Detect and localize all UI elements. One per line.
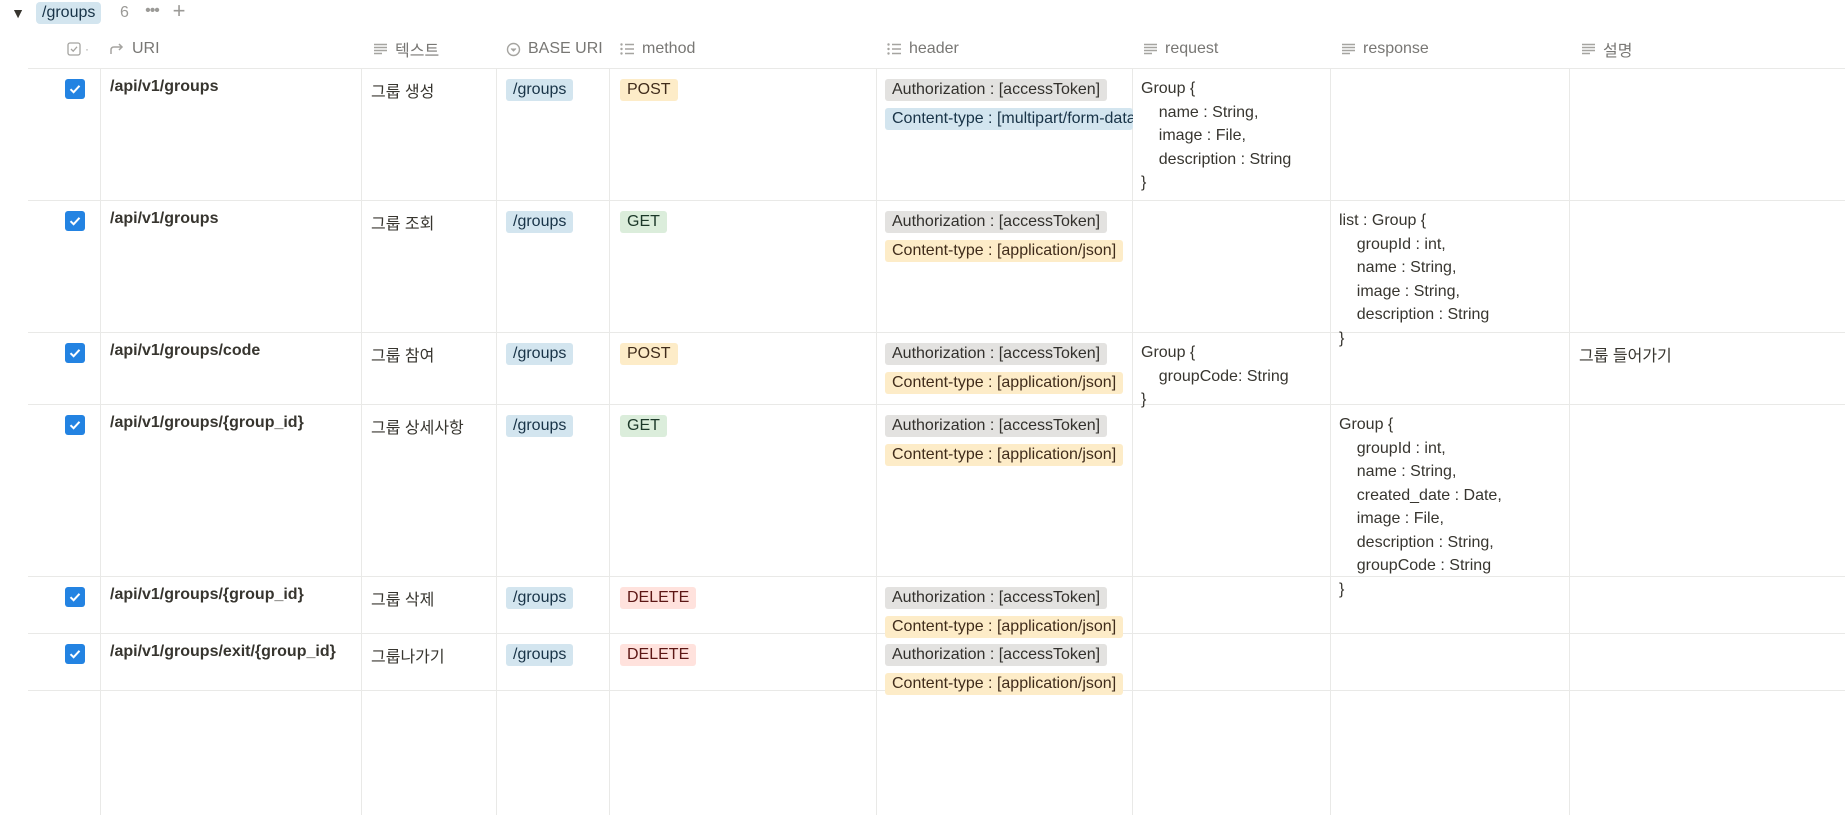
table-row[interactable]: /api/v1/groups/{group_id} 그룹 상세사항 /group… — [28, 405, 1845, 598]
text-lines-icon — [371, 40, 389, 58]
column-label: 텍스트 — [395, 43, 440, 60]
header-content-type-tag[interactable]: Content-type : [application/json] — [885, 444, 1124, 466]
table-row[interactable]: /api/v1/groups 그룹 조회 /groups GET Authori… — [28, 201, 1845, 347]
column-label: method — [642, 40, 696, 57]
text-cell[interactable]: 그룹 조회 — [371, 210, 434, 234]
checkbox-checked[interactable] — [65, 587, 85, 607]
column-header-base-uri[interactable]: BASE URI — [504, 30, 603, 68]
header-auth-tag[interactable]: Authorization : [accessToken] — [885, 343, 1108, 365]
method-tag[interactable]: POST — [620, 79, 678, 101]
uri-cell[interactable]: /api/v1/groups/{group_id} — [110, 586, 304, 604]
text-lines-icon — [1579, 40, 1597, 58]
base-uri-tag[interactable]: /groups — [506, 415, 574, 437]
checkbox-property-icon — [65, 40, 83, 58]
method-tag[interactable]: GET — [620, 211, 667, 233]
column-header-desc[interactable]: 설명 — [1579, 30, 1632, 68]
more-options-icon[interactable]: ••• — [141, 1, 163, 23]
response-cell[interactable]: Group { groupId : int, name : String, cr… — [1339, 413, 1502, 601]
table-row[interactable]: /api/v1/groups 그룹 생성 /groups POST Author… — [28, 69, 1845, 201]
response-cell[interactable]: list : Group { groupId : int, name : Str… — [1339, 209, 1489, 350]
uri-cell[interactable]: /api/v1/groups — [110, 210, 218, 228]
header-auth-tag[interactable]: Authorization : [accessToken] — [885, 587, 1108, 609]
uri-cell[interactable]: /api/v1/groups/exit/{group_id} — [110, 643, 336, 661]
text-cell[interactable]: 그룹 생성 — [371, 78, 434, 102]
uri-cell[interactable]: /api/v1/groups/code — [110, 342, 260, 360]
base-uri-tag[interactable]: /groups — [506, 79, 574, 101]
checkbox-checked[interactable] — [65, 644, 85, 664]
multi-select-list-icon — [618, 40, 636, 58]
column-label: response — [1363, 40, 1429, 57]
base-uri-tag[interactable]: /groups — [506, 644, 574, 666]
add-row-icon[interactable]: + — [168, 0, 190, 24]
checkbox-checked[interactable] — [65, 415, 85, 435]
header-auth-tag[interactable]: Authorization : [accessToken] — [885, 644, 1108, 666]
table-row[interactable]: /api/v1/groups/code 그룹 참여 /groups POST A… — [28, 333, 1845, 408]
column-header-checkbox[interactable]: · — [65, 30, 89, 68]
text-cell[interactable]: 그룹 참여 — [371, 342, 434, 366]
group-count: 6 — [120, 4, 129, 21]
select-chevron-icon — [504, 40, 522, 58]
column-label: header — [909, 40, 959, 57]
text-cell[interactable]: 그룹나가기 — [371, 643, 445, 667]
uri-cell[interactable]: /api/v1/groups — [110, 78, 218, 96]
column-label: URI — [132, 40, 160, 57]
checkbox-checked[interactable] — [65, 343, 85, 363]
column-header-text[interactable]: 텍스트 — [371, 30, 439, 68]
checkbox-checked[interactable] — [65, 211, 85, 231]
column-header-header[interactable]: header — [885, 30, 959, 68]
table-row[interactable]: /api/v1/groups/exit/{group_id} 그룹나가기 /gr… — [28, 634, 1845, 695]
header-content-type-tag[interactable]: Content-type : [multipart/form-data] — [885, 108, 1133, 130]
column-header-response[interactable]: response — [1339, 30, 1429, 68]
method-tag[interactable]: GET — [620, 415, 667, 437]
text-cell[interactable]: 그룹 상세사항 — [371, 414, 464, 438]
column-label: BASE URI — [528, 40, 603, 57]
header-content-type-tag[interactable]: Content-type : [application/json] — [885, 372, 1124, 394]
group-name[interactable]: /groups — [36, 2, 102, 24]
header-auth-tag[interactable]: Authorization : [accessToken] — [885, 79, 1108, 101]
request-cell[interactable]: Group { name : String, image : File, des… — [1141, 77, 1291, 195]
header-content-type-tag[interactable]: Content-type : [application/json] — [885, 240, 1124, 262]
base-uri-tag[interactable]: /groups — [506, 343, 574, 365]
base-uri-tag[interactable]: /groups — [506, 211, 574, 233]
text-lines-icon — [1141, 40, 1159, 58]
column-header-request[interactable]: request — [1141, 30, 1218, 68]
text-lines-icon — [1339, 40, 1357, 58]
header-auth-tag[interactable]: Authorization : [accessToken] — [885, 211, 1108, 233]
collapse-toggle-icon[interactable]: ▼ — [8, 3, 28, 23]
column-menu-dot-icon: · — [85, 42, 89, 56]
table-header-row: · URI 텍스트 BASE URI method header request… — [28, 30, 1845, 69]
uri-cell[interactable]: /api/v1/groups/{group_id} — [110, 414, 304, 432]
multi-select-list-icon — [885, 40, 903, 58]
text-cell[interactable]: 그룹 삭제 — [371, 586, 434, 610]
method-tag[interactable]: POST — [620, 343, 678, 365]
relation-arrow-icon — [108, 40, 126, 58]
request-cell[interactable]: Group { groupCode: String } — [1141, 341, 1289, 412]
header-auth-tag[interactable]: Authorization : [accessToken] — [885, 415, 1108, 437]
column-header-method[interactable]: method — [618, 30, 695, 68]
checkbox-checked[interactable] — [65, 79, 85, 99]
method-tag[interactable]: DELETE — [620, 644, 697, 666]
column-header-uri[interactable]: URI — [108, 30, 160, 68]
column-label: request — [1165, 40, 1219, 57]
table-row[interactable]: /api/v1/groups/{group_id} 그룹 삭제 /groups … — [28, 577, 1845, 638]
desc-cell[interactable]: 그룹 들어가기 — [1579, 342, 1672, 366]
method-tag[interactable]: DELETE — [620, 587, 697, 609]
column-label: 설명 — [1603, 43, 1633, 60]
header-content-type-tag[interactable]: Content-type : [application/json] — [885, 673, 1124, 695]
base-uri-tag[interactable]: /groups — [506, 587, 574, 609]
